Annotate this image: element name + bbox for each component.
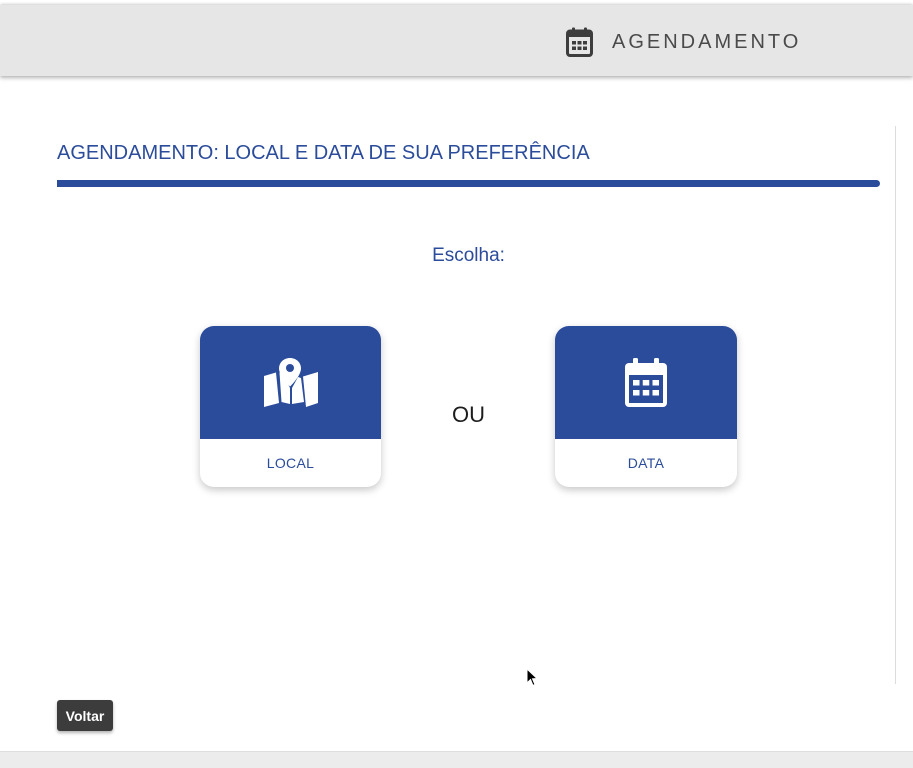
title-underline-bar [57, 180, 880, 187]
choose-prompt: Escolha: [432, 245, 505, 266]
or-separator: OU [452, 402, 485, 427]
calendar-icon [625, 357, 667, 407]
content-divider [895, 126, 896, 684]
top-app-bar: AGENDAMENTO [0, 5, 913, 76]
back-button[interactable]: Voltar [57, 700, 113, 731]
app-title-group: AGENDAMENTO [566, 27, 801, 57]
option-card-local-label: LOCAL [266, 455, 315, 471]
option-card-local-header [200, 326, 381, 439]
option-card-data-label: DATA [627, 455, 665, 471]
calendar-icon [566, 27, 593, 57]
map-pin-icon [263, 357, 318, 407]
page-title: AGENDAMENTO: LOCAL E DATA DE SUA PREFERÊ… [57, 142, 590, 164]
option-card-data[interactable]: DATA [555, 326, 737, 487]
app-title: AGENDAMENTO [612, 30, 802, 53]
scheduling-page: AGENDAMENTO AGENDAMENTO: LOCAL E DATA DE… [0, 0, 913, 768]
mouse-cursor-icon [526, 668, 538, 687]
bottom-bar [0, 751, 913, 768]
option-card-data-header [555, 326, 737, 439]
option-card-local[interactable]: LOCAL [200, 326, 381, 487]
